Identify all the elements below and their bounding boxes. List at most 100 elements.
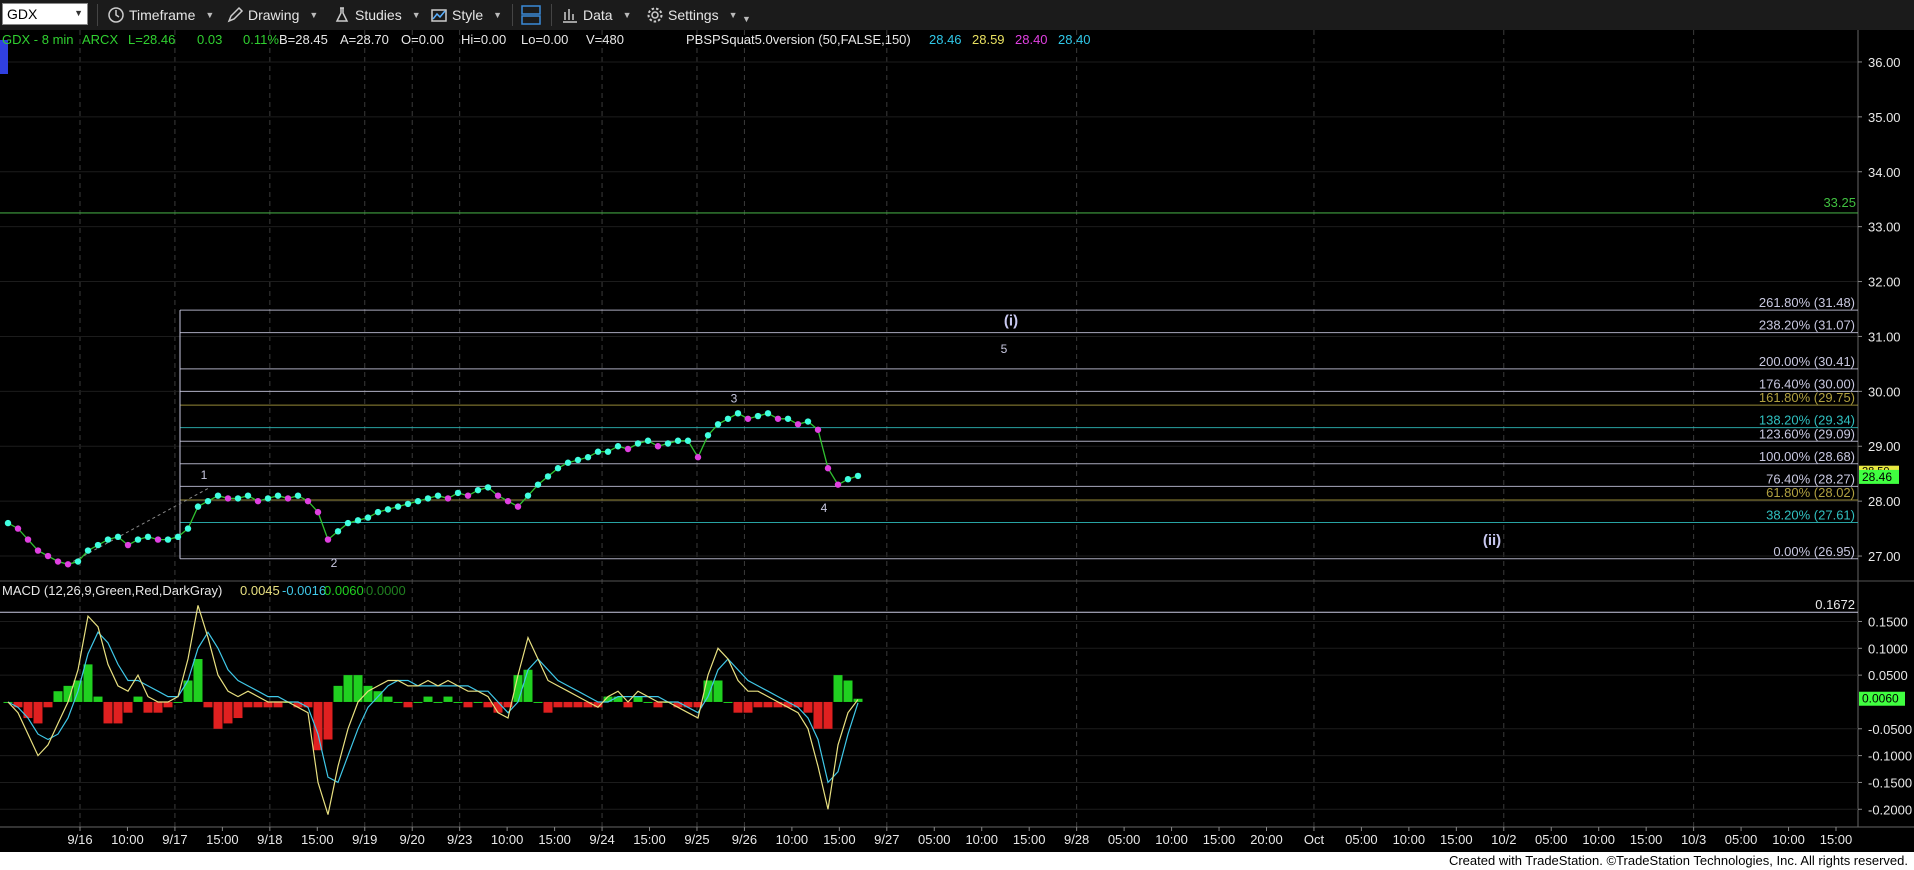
price-point (414, 497, 422, 505)
price-point (464, 492, 472, 499)
price-point (594, 448, 602, 455)
price-point (624, 445, 632, 453)
low-label: Lo=0.00 (521, 32, 568, 47)
time-tick-label: 05:00 (1535, 832, 1568, 847)
last-price-label: L=28.46 (128, 32, 175, 47)
macd-legend-value: 0.0060 (324, 583, 364, 598)
timeframe-menu[interactable]: Timeframe ▼ (107, 4, 214, 26)
price-point (654, 443, 662, 450)
study-value: 28.40 (1015, 32, 1048, 47)
fib-level-label: 100.00% (28.68) (1759, 449, 1855, 464)
price-tick-label: 27.00 (1868, 549, 1901, 564)
price-point (134, 536, 142, 543)
price-point (514, 503, 522, 510)
time-tick-label: 10:00 (1155, 832, 1188, 847)
time-tick-label: 10/2 (1491, 832, 1516, 847)
style-label: Style (452, 7, 484, 23)
macd-histogram-bar (223, 701, 233, 724)
price-point (294, 492, 302, 499)
price-point (614, 443, 622, 450)
change-percent-label: 0.11% (243, 32, 279, 47)
chart-area[interactable]: GDX - 8 min ARCX L=28.46 0.03 0.11% B=28… (0, 30, 1914, 852)
price-point (374, 508, 382, 516)
macd-histogram-bar (823, 701, 833, 729)
macd-histogram-bar (583, 701, 593, 708)
macd-tick-label: 0.1000 (1868, 641, 1908, 656)
price-point (354, 517, 362, 524)
price-point (244, 492, 252, 499)
macd-histogram-bar (543, 701, 553, 713)
time-tick-label: 9/23 (447, 832, 472, 847)
time-tick-label: 05:00 (1345, 832, 1378, 847)
macd-histogram-bar (193, 659, 203, 702)
settings-menu[interactable]: Settings ▼ (646, 4, 738, 26)
macd-histogram-bar (553, 701, 563, 708)
price-point (494, 492, 502, 499)
time-tick-label: 15:00 (1630, 832, 1663, 847)
time-tick-label: 10:00 (1772, 832, 1805, 847)
price-point (564, 459, 572, 466)
macd-histogram-bar (263, 701, 273, 708)
macd-histogram-bar (413, 701, 423, 703)
price-point (194, 503, 202, 510)
fib-level-label: 261.80% (31.48) (1759, 295, 1855, 310)
drawing-menu[interactable]: Drawing ▼ (226, 4, 318, 26)
time-tick-label: 15:00 (823, 832, 856, 847)
data-menu[interactable]: Data ▼ (561, 4, 632, 26)
price-point (454, 489, 462, 497)
macd-histogram-bar (443, 696, 453, 702)
macd-histogram-bar (23, 701, 33, 719)
time-tick-label: 15:00 (301, 832, 334, 847)
price-point (834, 481, 842, 488)
macd-histogram-bar (43, 701, 53, 708)
price-point (424, 495, 432, 502)
chart-style-icon (431, 9, 447, 22)
macd-tick-label: -0.0500 (1868, 722, 1912, 737)
bar-chart-icon (563, 9, 577, 23)
macd-histogram-bar (783, 701, 793, 708)
open-label: O=0.00 (401, 32, 444, 47)
layout-button[interactable] (520, 4, 542, 26)
footer: Created with TradeStation. ©TradeStation… (0, 852, 1914, 870)
price-point (274, 492, 282, 499)
fib-level-label: 123.60% (29.09) (1759, 426, 1855, 441)
price-point (404, 500, 412, 508)
gear-icon (647, 7, 663, 23)
macd-histogram-bar (763, 701, 773, 708)
style-menu[interactable]: Style ▼ (430, 4, 502, 26)
price-point (124, 541, 132, 549)
time-tick-label: 10:00 (965, 832, 998, 847)
price-point (844, 475, 852, 483)
price-point (144, 533, 152, 541)
macd-histogram-bar (13, 701, 23, 708)
macd-histogram-bar (423, 696, 433, 702)
macd-histogram-bar (723, 701, 733, 703)
macd-histogram-bar (33, 701, 43, 724)
studies-menu[interactable]: Studies ▼ (333, 4, 421, 26)
time-tick-label: 15:00 (1203, 832, 1236, 847)
toolbar: GDX ▼ Timeframe ▼ Drawing ▼ Studies ▼ St… (0, 0, 1914, 31)
study-value: 28.59 (972, 32, 1005, 47)
exchange-label: ARCX (82, 32, 118, 47)
change-label: 0.03 (197, 32, 222, 47)
price-point (814, 426, 822, 433)
price-point (214, 492, 222, 499)
time-tick-label: 9/27 (874, 832, 899, 847)
macd-histogram-bar (133, 696, 143, 702)
symbol-selector[interactable]: GDX ▼ (2, 3, 88, 25)
macd-title: MACD (12,26,9,Green,Red,DarkGray) (2, 583, 222, 598)
macd-histogram-bar (523, 669, 533, 702)
price-point (544, 473, 552, 480)
macd-histogram-bar (733, 701, 743, 713)
price-point (724, 415, 732, 422)
data-label: Data (583, 7, 613, 23)
macd-histogram-bar (243, 701, 253, 708)
toolbar-overflow-button[interactable]: ▼ (742, 4, 751, 26)
price-point (284, 495, 292, 502)
macd-legend-value: -0.0016 (282, 583, 326, 598)
price-point (174, 533, 182, 541)
time-tick-label: 9/18 (257, 832, 282, 847)
price-point (164, 536, 172, 543)
price-point (384, 506, 392, 513)
macd-histogram-bar (473, 701, 483, 703)
